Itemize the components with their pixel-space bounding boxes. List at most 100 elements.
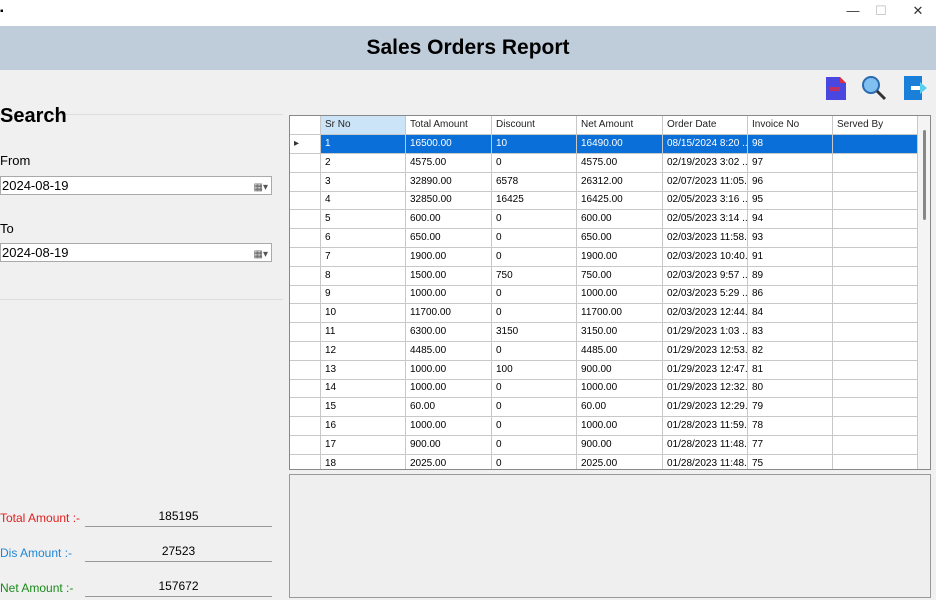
minimize-button[interactable]: —	[838, 3, 868, 23]
grid-cell[interactable]: 16425.00	[577, 191, 663, 211]
table-row[interactable]: 16 1000.00 0 1000.00 01/28/2023 11:59... 78	[290, 417, 919, 436]
row-header[interactable]	[290, 247, 321, 267]
grid-cell[interactable]: 02/03/2023 9:57 ...	[663, 266, 748, 286]
row-header[interactable]	[290, 379, 321, 399]
grid-cell[interactable]: 97	[748, 153, 833, 173]
grid-cell[interactable]: 84	[748, 304, 833, 324]
grid-cell[interactable]: 81	[748, 360, 833, 380]
grid-cell[interactable]: 60.00	[577, 398, 663, 418]
grid-cell[interactable]: 02/05/2023 3:14 ...	[663, 210, 748, 230]
grid-cell[interactable]: 1000.00	[406, 417, 492, 436]
grid-cell[interactable]: 5	[321, 210, 406, 230]
table-row[interactable]: 2 4575.00 0 4575.00 02/19/2023 3:02 ... 97	[290, 153, 919, 173]
scrollbar-thumb[interactable]	[923, 130, 926, 220]
column-header[interactable]: Order Date	[663, 116, 748, 135]
column-header[interactable]: Net Amount	[577, 116, 663, 135]
table-row[interactable]: 7 1900.00 0 1900.00 02/03/2023 10:40... 91	[290, 247, 919, 267]
row-header[interactable]	[290, 398, 321, 418]
grid-cell[interactable]: 900.00	[406, 435, 492, 455]
grid-cell[interactable]: 3150	[492, 323, 577, 342]
row-header[interactable]	[290, 266, 321, 286]
table-row[interactable]: 5 600.00 0 600.00 02/05/2023 3:14 ... 94	[290, 210, 919, 230]
grid-cell[interactable]: 01/28/2023 11:48...	[663, 454, 748, 469]
grid-cell[interactable]	[833, 153, 918, 173]
column-header[interactable]: Served By	[833, 116, 918, 135]
grid-cell[interactable]: 01/29/2023 12:29...	[663, 398, 748, 418]
grid-cell[interactable]: 60.00	[406, 398, 492, 418]
grid-cell[interactable]: 11	[321, 323, 406, 342]
grid-cell[interactable]: 4575.00	[406, 153, 492, 173]
table-row[interactable]: 17 900.00 0 900.00 01/28/2023 11:48... 77	[290, 435, 919, 455]
grid-cell[interactable]	[833, 210, 918, 230]
table-row[interactable]: 12 4485.00 0 4485.00 01/29/2023 12:53... 82	[290, 341, 919, 361]
search-button[interactable]	[861, 75, 887, 101]
grid-cell[interactable]: 18	[321, 454, 406, 469]
grid-cell[interactable]: 79	[748, 398, 833, 418]
grid-cell[interactable]: 13	[321, 360, 406, 380]
grid-cell[interactable]: 0	[492, 210, 577, 230]
grid-cell[interactable]: 100	[492, 360, 577, 380]
table-row[interactable]: 3 32890.00 6578 26312.00 02/07/2023 11:05...…	[290, 172, 919, 192]
grid-cell[interactable]: 2025.00	[577, 454, 663, 469]
row-header[interactable]	[290, 191, 321, 211]
grid-cell[interactable]: 10	[492, 135, 577, 154]
grid-cell[interactable]: 17	[321, 435, 406, 455]
grid-cell[interactable]: 75	[748, 454, 833, 469]
grid-cell[interactable]: 1000.00	[577, 417, 663, 436]
grid-cell[interactable]: 750	[492, 266, 577, 286]
grid-cell[interactable]: 16	[321, 417, 406, 436]
grid-cell[interactable]: 2025.00	[406, 454, 492, 469]
grid-cell[interactable]: 1000.00	[577, 285, 663, 305]
to-date-picker[interactable]: 2024-08-19 ▦▾	[0, 243, 272, 262]
grid-cell[interactable]	[833, 135, 918, 154]
row-header[interactable]	[290, 304, 321, 324]
grid-cell[interactable]: 6578	[492, 172, 577, 192]
grid-cell[interactable]: 9	[321, 285, 406, 305]
row-header[interactable]	[290, 229, 321, 248]
grid-cell[interactable]: 1000.00	[406, 285, 492, 305]
from-date-picker[interactable]: 2024-08-19 ▦▾	[0, 176, 272, 195]
calendar-dropdown-icon[interactable]: ▦▾	[254, 246, 268, 263]
vertical-scrollbar[interactable]	[918, 116, 930, 469]
row-header[interactable]	[290, 360, 321, 380]
grid-cell[interactable]: 0	[492, 417, 577, 436]
grid-cell[interactable]: 26312.00	[577, 172, 663, 192]
grid-cell[interactable]: 1900.00	[406, 247, 492, 267]
row-header[interactable]	[290, 435, 321, 455]
grid-cell[interactable]: 900.00	[577, 435, 663, 455]
grid-cell[interactable]: 01/29/2023 12:47...	[663, 360, 748, 380]
grid-cell[interactable]: 15	[321, 398, 406, 418]
table-row[interactable]: 10 11700.00 0 11700.00 02/03/2023 12:44... 84	[290, 304, 919, 324]
grid-cell[interactable]	[833, 323, 918, 342]
grid-cell[interactable]	[833, 172, 918, 192]
grid-cell[interactable]: 01/29/2023 1:03 ...	[663, 323, 748, 342]
grid-cell[interactable]: 4485.00	[406, 341, 492, 361]
table-row[interactable]: 8 1500.00 750 750.00 02/03/2023 9:57 ... 89	[290, 266, 919, 286]
row-header[interactable]	[290, 323, 321, 342]
row-header[interactable]: ▸	[290, 135, 321, 154]
grid-cell[interactable]	[833, 398, 918, 418]
table-row[interactable]: 6 650.00 0 650.00 02/03/2023 11:58... 93	[290, 229, 919, 248]
table-row[interactable]: 13 1000.00 100 900.00 01/29/2023 12:47... 81	[290, 360, 919, 380]
grid-cell[interactable]: 01/28/2023 11:59...	[663, 417, 748, 436]
grid-cell[interactable]: 96	[748, 172, 833, 192]
grid-cell[interactable]: 78	[748, 417, 833, 436]
calendar-dropdown-icon[interactable]: ▦▾	[254, 179, 268, 196]
maximize-button[interactable]: ☐	[866, 3, 896, 23]
grid-cell[interactable]: 89	[748, 266, 833, 286]
table-row[interactable]: 18 2025.00 0 2025.00 01/28/2023 11:48... 75	[290, 454, 919, 469]
row-header-corner[interactable]	[290, 116, 321, 135]
grid-cell[interactable]: 1	[321, 135, 406, 154]
grid-cell[interactable]: 91	[748, 247, 833, 267]
grid-cell[interactable]: 1500.00	[406, 266, 492, 286]
grid-cell[interactable]: 08/15/2024 8:20 ...	[663, 135, 748, 154]
grid-header-row[interactable]: Sr No Total Amount Discount Net Amount Order…	[290, 116, 919, 135]
column-header[interactable]: Total Amount	[406, 116, 492, 135]
grid-cell[interactable]: 1000.00	[406, 379, 492, 399]
grid-cell[interactable]: 0	[492, 153, 577, 173]
grid-cell[interactable]: 98	[748, 135, 833, 154]
table-row[interactable]: 14 1000.00 0 1000.00 01/29/2023 12:32... 80	[290, 379, 919, 399]
grid-cell[interactable]	[833, 285, 918, 305]
grid-cell[interactable]: 6300.00	[406, 323, 492, 342]
grid-cell[interactable]: 32890.00	[406, 172, 492, 192]
